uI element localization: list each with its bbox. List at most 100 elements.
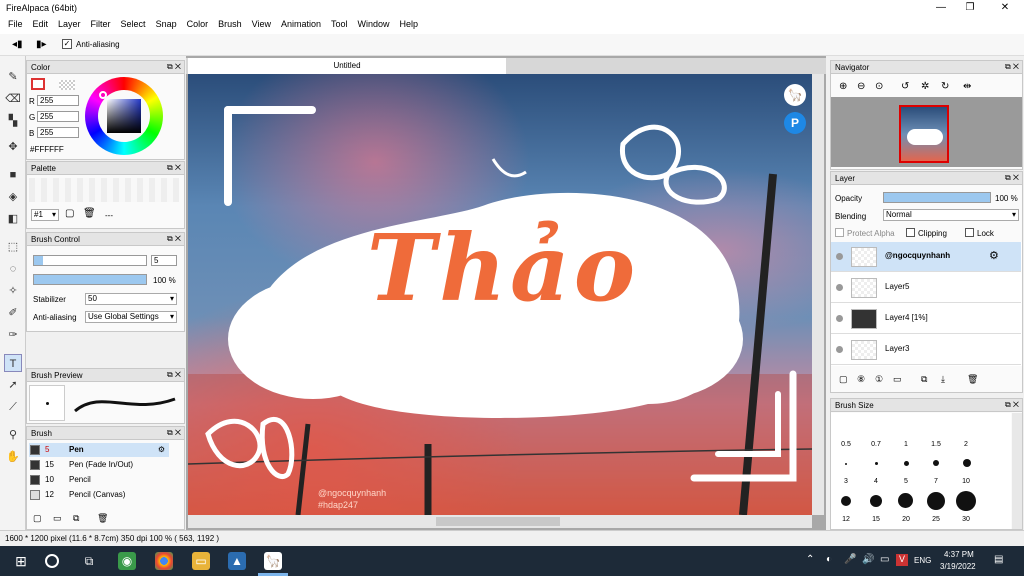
brush-size-slider[interactable] <box>33 255 147 266</box>
operation-tool-icon[interactable]: ➚ <box>4 376 22 394</box>
trash-icon[interactable]: 🗑 <box>967 374 978 385</box>
visibility-icon[interactable] <box>836 346 843 353</box>
panel-close-icon[interactable]: ⧉ ✕ <box>167 62 181 72</box>
menu-filter[interactable]: Filter <box>86 16 116 34</box>
flip-icon[interactable]: ⇹ <box>963 81 971 92</box>
trash-icon[interactable]: 🗑 <box>83 208 96 219</box>
merge-layer-icon[interactable]: ⤓ <box>941 374 945 385</box>
b-input[interactable]: 255 <box>37 127 79 138</box>
layer-opacity-slider[interactable] <box>883 192 991 203</box>
layer-row-layer3[interactable]: Layer3 <box>831 335 1021 365</box>
panel-close-icon[interactable]: ⧉ ✕ <box>167 163 181 173</box>
document-canvas[interactable]: Thảo @ngocquynhanh #hdap247 🦙 P <box>188 74 812 515</box>
menu-help[interactable]: Help <box>395 16 424 34</box>
gear-icon[interactable]: ⚙ <box>158 443 165 457</box>
magic-wand-icon[interactable]: ✧ <box>4 282 22 300</box>
zoom-out-icon[interactable]: ⊖ <box>857 81 865 92</box>
menu-select[interactable]: Select <box>116 16 151 34</box>
navigator-preview[interactable] <box>831 97 1022 167</box>
firealpaca-taskbar-icon[interactable]: 🦙 <box>264 552 282 570</box>
new-folder-icon[interactable]: ▭ <box>893 374 902 385</box>
rotate-right-icon[interactable]: ↻ <box>941 81 949 92</box>
fill-tool-icon[interactable]: ■ <box>4 166 22 184</box>
protect-alpha-checkbox[interactable] <box>835 228 844 237</box>
language-indicator[interactable]: ENG <box>914 556 931 565</box>
rotate-left-icon[interactable]: ↺ <box>901 81 909 92</box>
chrome-alt-icon[interactable]: ◉ <box>118 552 136 570</box>
vertical-scrollbar[interactable] <box>812 74 824 515</box>
menu-view[interactable]: View <box>247 16 276 34</box>
horizontal-scrollbar[interactable] <box>188 515 812 528</box>
photos-icon[interactable]: ▲ <box>228 552 246 570</box>
brush-item-pencil-canvas[interactable]: 12 Pencil (Canvas) <box>29 488 169 502</box>
color-picker-handle[interactable] <box>99 91 107 99</box>
move-tool-icon[interactable]: ✥ <box>4 138 22 156</box>
panel-close-icon[interactable]: ⧉ ✕ <box>167 370 181 380</box>
panel-close-icon[interactable]: ⧉ ✕ <box>1005 400 1019 410</box>
menu-window[interactable]: Window <box>353 16 395 34</box>
brush-opacity-slider[interactable] <box>33 274 147 285</box>
brush-size-input[interactable]: 5 <box>151 255 177 266</box>
lock-checkbox[interactable] <box>965 228 974 237</box>
eraser-tool-icon[interactable]: ⌫ <box>4 90 22 108</box>
search-icon[interactable] <box>45 554 59 568</box>
menu-edit[interactable]: Edit <box>28 16 54 34</box>
brush-size-grid[interactable]: 0.5 0.7 1 1.5 2 3 4 5 7 10 12 15 20 25 3… <box>831 413 1011 529</box>
select-eraser-icon[interactable]: ✑ <box>4 326 22 344</box>
brush-item-pen-fade[interactable]: 15 Pen (Fade In/Out) <box>29 458 169 472</box>
maximize-button[interactable]: ❐ <box>955 0 985 16</box>
minimize-button[interactable]: — <box>926 0 956 16</box>
visibility-icon[interactable] <box>836 253 843 260</box>
gradient-tool-icon[interactable]: ◧ <box>4 210 22 228</box>
new-brush-icon[interactable]: ▢ <box>33 513 42 524</box>
brush-item-pen[interactable]: 5 Pen ⚙ <box>29 443 169 457</box>
battery-icon[interactable]: ▭ <box>880 554 889 565</box>
brush-size-scrollbar[interactable] <box>1012 413 1022 529</box>
clipping-checkbox[interactable] <box>906 228 915 237</box>
primary-color-swatch[interactable] <box>31 78 45 90</box>
menu-layer[interactable]: Layer <box>53 16 86 34</box>
windows-start-icon[interactable]: ⊞ <box>12 552 30 570</box>
eyedropper-tool-icon[interactable]: ⚲ <box>4 426 22 444</box>
network-icon[interactable]: ◐ <box>826 554 832 565</box>
hand-tool-icon[interactable]: ✋ <box>4 448 22 466</box>
notification-icon[interactable]: ▤ <box>994 554 1003 565</box>
new-layer-icon[interactable]: ▢ <box>839 374 848 385</box>
transparent-swatch[interactable] <box>59 80 75 90</box>
new-1bit-layer-icon[interactable]: ① <box>875 374 883 385</box>
panel-close-icon[interactable]: ⧉ ✕ <box>167 428 181 438</box>
color-wheel[interactable] <box>85 77 163 155</box>
menu-tool[interactable]: Tool <box>326 16 353 34</box>
tab-untitled[interactable]: Untitled <box>188 58 506 74</box>
task-view-icon[interactable]: ⧉ <box>80 552 98 570</box>
brush-item-pencil[interactable]: 10 Pencil <box>29 473 169 487</box>
vietkey-icon[interactable]: V <box>896 554 908 566</box>
menu-snap[interactable]: Snap <box>151 16 182 34</box>
menu-file[interactable]: File <box>3 16 28 34</box>
mic-icon[interactable]: 🎤 <box>844 554 856 565</box>
divide-tool-icon[interactable]: ⟋ <box>4 398 22 416</box>
select-tool-icon[interactable]: ⬚ <box>4 238 22 256</box>
bucket-tool-icon[interactable]: ◈ <box>4 188 22 206</box>
menu-brush[interactable]: Brush <box>213 16 247 34</box>
antialias-checkbox[interactable]: ✓ <box>62 39 72 49</box>
saturation-square[interactable] <box>107 99 141 133</box>
collapse-right-icon[interactable]: ▮▸ <box>36 39 47 50</box>
menu-color[interactable]: Color <box>182 16 214 34</box>
folder-icon[interactable]: ▭ <box>53 513 62 524</box>
pen-tool-icon[interactable]: ✎ <box>4 68 22 86</box>
dot-tool-icon[interactable]: ▚ <box>4 112 22 130</box>
close-button[interactable]: ✕ <box>990 0 1020 16</box>
panel-close-icon[interactable]: ⧉ ✕ <box>1005 62 1019 72</box>
gear-icon[interactable]: ⚙ <box>989 249 999 262</box>
zoom-fit-icon[interactable]: ⊙ <box>875 81 883 92</box>
tray-chevron-icon[interactable]: ⌃ <box>806 554 814 565</box>
clock-time[interactable]: 4:37 PM <box>944 550 974 559</box>
visibility-icon[interactable] <box>836 284 843 291</box>
volume-icon[interactable]: 🔊 <box>862 554 874 565</box>
menu-animation[interactable]: Animation <box>276 16 326 34</box>
clock-date[interactable]: 3/19/2022 <box>940 562 976 571</box>
g-input[interactable]: 255 <box>37 111 79 122</box>
panel-close-icon[interactable]: ⧉ ✕ <box>1005 173 1019 183</box>
blending-select[interactable]: Normal <box>883 209 1019 221</box>
